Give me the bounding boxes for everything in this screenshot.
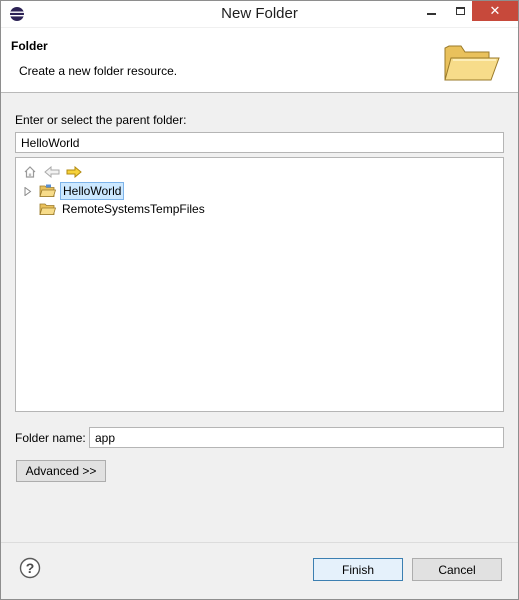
back-button[interactable] <box>43 164 61 180</box>
banner-title: Folder <box>11 39 48 53</box>
help-glyph: ? <box>26 560 35 576</box>
forward-button[interactable] <box>65 164 83 180</box>
project-folder-icon <box>39 203 56 215</box>
forward-arrow-icon <box>66 166 82 178</box>
minimize-button[interactable] <box>417 1 445 21</box>
home-icon <box>24 166 36 178</box>
help-icon[interactable]: ? <box>19 557 41 579</box>
home-button[interactable] <box>21 164 39 180</box>
folder-name-input[interactable] <box>89 427 504 448</box>
tree-item-label: RemoteSystemsTempFiles <box>62 202 205 216</box>
tree-toolbar <box>21 164 83 180</box>
maximize-icon <box>455 7 465 15</box>
tree-item-remotesystemstempfiles[interactable]: RemoteSystemsTempFiles <box>21 200 207 218</box>
parent-folder-label: Enter or select the parent folder: <box>15 113 187 127</box>
footer-separator <box>1 542 518 543</box>
advanced-button[interactable]: Advanced >> <box>16 460 106 482</box>
title-bar[interactable]: New Folder ✕ <box>1 1 518 27</box>
parent-folder-input[interactable] <box>15 132 504 153</box>
project-folder-icon <box>39 184 56 197</box>
finish-button[interactable]: Finish <box>313 558 403 581</box>
tree-item-label: HelloWorld <box>60 182 125 200</box>
tree-item-spacer <box>21 202 35 216</box>
expand-arrow-icon[interactable] <box>21 184 35 198</box>
folder-name-label: Folder name: <box>15 431 86 445</box>
minimize-icon <box>426 13 436 15</box>
open-folder-icon <box>444 45 500 81</box>
folder-tree[interactable]: HelloWorld RemoteSystemsTempFiles <box>15 157 504 412</box>
wizard-banner: Folder Create a new folder resource. <box>1 28 518 93</box>
maximize-button[interactable] <box>446 1 474 21</box>
close-button[interactable]: ✕ <box>472 1 518 21</box>
cancel-button[interactable]: Cancel <box>412 558 502 581</box>
new-folder-dialog: New Folder ✕ Folder Create a new folder … <box>0 0 519 600</box>
tree-item-helloworld[interactable]: HelloWorld <box>21 182 125 200</box>
banner-description: Create a new folder resource. <box>19 64 178 78</box>
back-arrow-icon <box>44 166 60 178</box>
